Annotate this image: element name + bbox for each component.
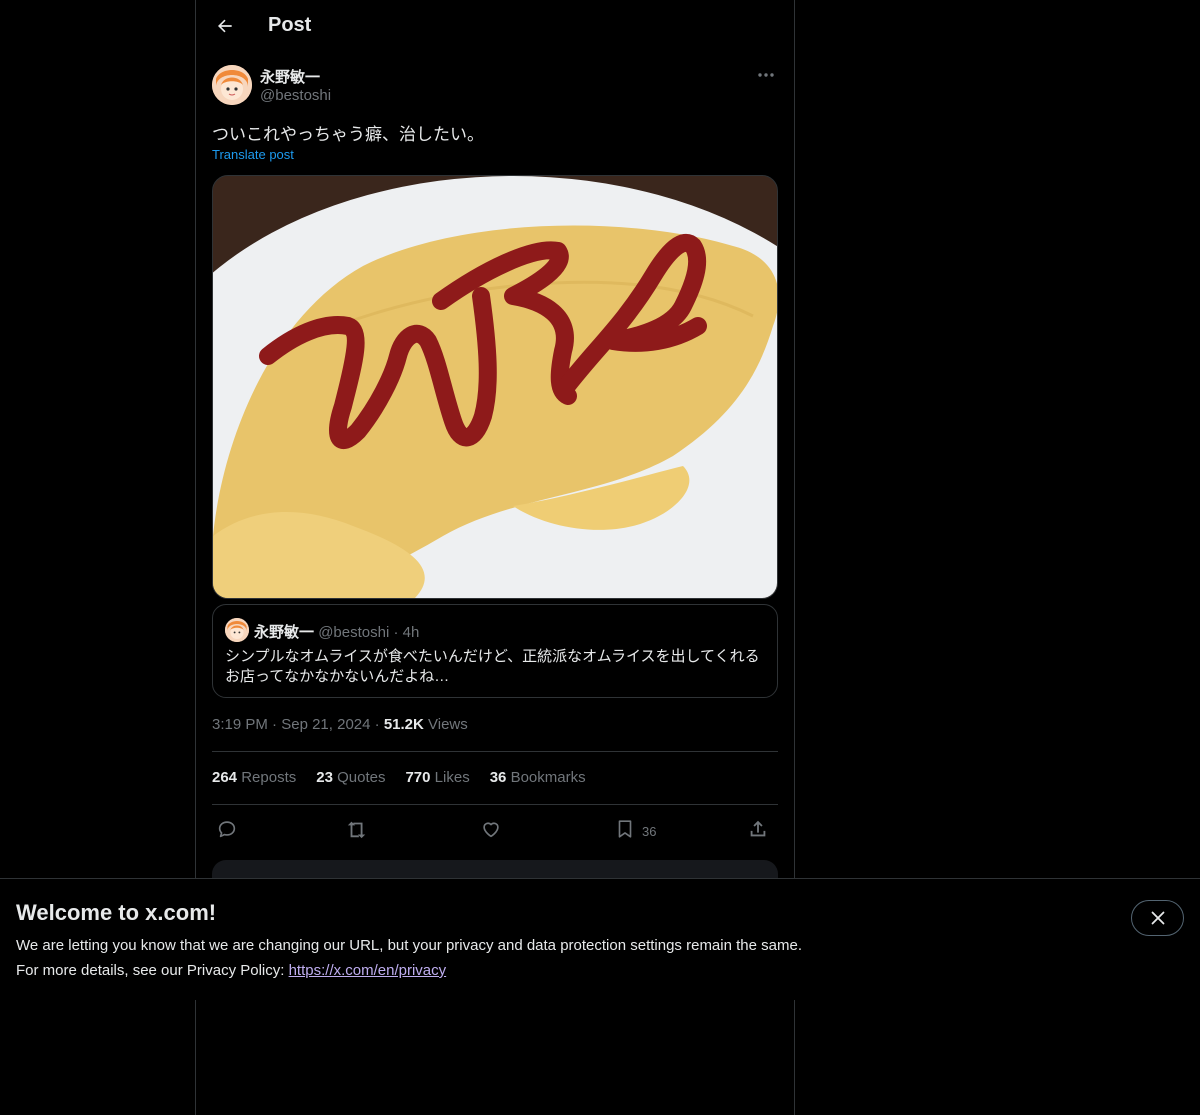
share-button[interactable] — [747, 815, 769, 843]
author-handle[interactable]: @bestoshi — [260, 87, 331, 104]
post-timestamp: 3:19 PM · Sep 21, 2024 · 51.2K Views — [212, 716, 468, 733]
more-icon — [758, 73, 774, 77]
quoted-post-header: 永野敏一 @bestoshi · 4h — [254, 621, 419, 642]
more-button[interactable] — [754, 65, 778, 85]
bookmarks-stat[interactable]: 36 Bookmarks — [490, 769, 586, 786]
reposts-stat[interactable]: 264 Reposts — [212, 769, 296, 786]
separator-dot: · — [374, 716, 380, 733]
bookmark-count: 36 — [642, 823, 657, 839]
bookmark-button[interactable]: 36 — [614, 815, 656, 843]
post-date[interactable]: Sep 21, 2024 — [281, 716, 370, 733]
post-actions: 36 — [212, 815, 778, 843]
banner-text-prefix: For more details, see our Privacy Policy… — [16, 962, 289, 979]
likes-stat[interactable]: 770 Likes — [405, 769, 469, 786]
close-icon — [1151, 911, 1164, 925]
privacy-policy-link[interactable]: https://x.com/en/privacy — [289, 962, 447, 979]
avatar — [225, 618, 249, 642]
views-count: 51.2K — [383, 716, 424, 733]
quoted-post[interactable]: 永野敏一 @bestoshi · 4h シンプルなオムライスが食べたいんだけど、… — [212, 604, 778, 698]
banner-text: For more details, see our Privacy Policy… — [16, 962, 446, 979]
close-button[interactable] — [1131, 900, 1184, 936]
repost-button[interactable] — [346, 815, 368, 843]
page-title: Post — [268, 14, 312, 36]
back-button[interactable] — [208, 9, 242, 43]
avatar[interactable] — [212, 65, 252, 105]
page-header: Post — [196, 0, 794, 53]
banner-text: We are letting you know that we are chan… — [16, 937, 802, 954]
quoted-author-handle: @bestoshi — [318, 624, 390, 641]
divider — [212, 804, 778, 805]
divider — [212, 751, 778, 752]
author-name[interactable]: 永野敏一 — [260, 66, 320, 87]
views-label: Views — [428, 716, 468, 733]
reply-button[interactable] — [216, 815, 238, 843]
separator-dot: · — [272, 716, 278, 733]
post-text: ついこれやっちゃう癖、治したい。 — [212, 125, 484, 144]
post-stats: 264 Reposts 23 Quotes 770 Likes 36 Bookm… — [212, 769, 586, 786]
like-icon — [483, 822, 499, 838]
post-image[interactable] — [212, 175, 778, 599]
quotes-stat[interactable]: 23 Quotes — [316, 769, 385, 786]
share-icon — [750, 820, 766, 837]
translate-link[interactable]: Translate post — [212, 147, 294, 162]
quoted-post-text: シンプルなオムライスが食べたいんだけど、正統派なオムライスを出してくれるお店って… — [225, 648, 760, 685]
banner-title: Welcome to x.com! — [16, 900, 217, 925]
repost-icon — [347, 821, 366, 839]
back-arrow-icon — [218, 19, 232, 33]
welcome-banner: Welcome to x.com! We are letting you kno… — [0, 878, 1200, 1000]
reply-icon — [218, 821, 236, 838]
separator-dot: · — [393, 624, 399, 641]
post-author: 永野敏一 @bestoshi — [212, 65, 778, 107]
bookmark-icon — [618, 820, 632, 838]
quoted-author-name: 永野敏一 — [254, 624, 315, 641]
like-button[interactable] — [480, 815, 502, 843]
post-time[interactable]: 3:19 PM — [212, 716, 268, 733]
quoted-post-age: 4h — [402, 624, 420, 641]
